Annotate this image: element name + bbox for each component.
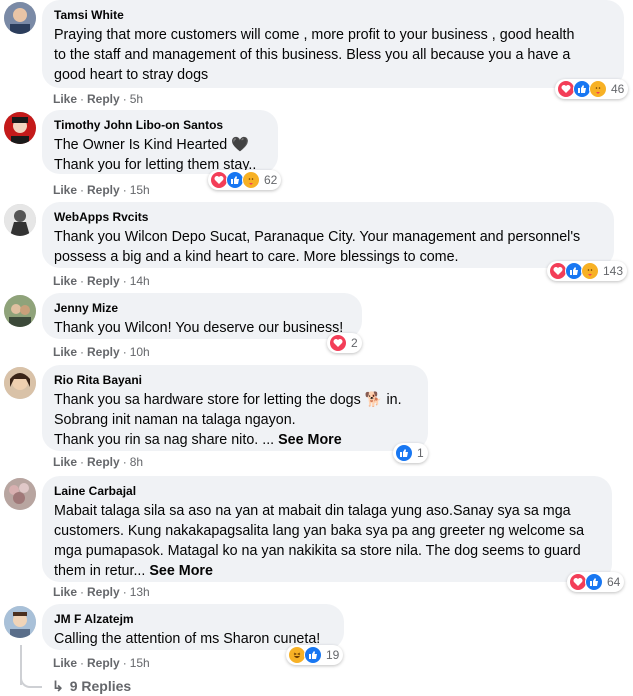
- avatar[interactable]: [4, 478, 36, 510]
- comment-actions: Like · Reply · 15h: [53, 183, 150, 197]
- reactions[interactable]: 2: [327, 333, 362, 353]
- comment-author[interactable]: Rio Rita Bayani: [54, 372, 416, 388]
- reply-link[interactable]: Reply: [87, 656, 120, 670]
- timestamp[interactable]: 14h: [130, 274, 150, 288]
- comment-author[interactable]: Timothy John Libo-on Santos: [54, 117, 266, 133]
- avatar[interactable]: [4, 112, 36, 144]
- comment-actions: Like · Reply · 15h: [53, 656, 150, 670]
- comment-text-body: Mabait talaga sila sa aso na yan at maba…: [54, 503, 585, 579]
- thread-connector: [20, 672, 42, 688]
- comment-bubble: WebApps Rvcits Thank you Wilcon Depo Suc…: [42, 202, 614, 268]
- comment-author[interactable]: WebApps Rvcits: [54, 209, 602, 225]
- like-icon: [585, 573, 603, 591]
- reaction-count: 1: [417, 446, 424, 460]
- timestamp[interactable]: 15h: [130, 656, 150, 670]
- see-more-link[interactable]: See More: [149, 563, 213, 579]
- comment-text: The Owner Is Kind Hearted 🖤 Thank you fo…: [54, 137, 257, 173]
- like-link[interactable]: Like: [53, 274, 77, 288]
- comment-author[interactable]: Tamsi White: [54, 7, 612, 23]
- comment-bubble: Timothy John Libo-on Santos The Owner Is…: [42, 110, 278, 174]
- comment-text-body: Thank you sa hardware store for letting …: [54, 392, 402, 448]
- reaction-count: 143: [603, 264, 624, 278]
- like-icon: [395, 444, 413, 462]
- comment-actions: Like · Reply · 13h: [53, 585, 150, 599]
- reactions[interactable]: 143: [547, 261, 628, 281]
- reactions[interactable]: 46: [555, 79, 629, 99]
- avatar[interactable]: [4, 204, 36, 236]
- reaction-count: 62: [264, 173, 278, 187]
- comment-bubble: JM F Alzatejm Calling the attention of m…: [42, 604, 344, 650]
- comment-text: Praying that more customers will come , …: [54, 27, 575, 83]
- view-replies-button[interactable]: ↳ 9 Replies: [52, 678, 131, 695]
- avatar[interactable]: [4, 606, 36, 638]
- avatar[interactable]: [4, 295, 36, 327]
- reply-link[interactable]: Reply: [87, 585, 120, 599]
- comment-bubble: Jenny Mize Thank you Wilcon! You deserve…: [42, 293, 362, 339]
- reply-link[interactable]: Reply: [87, 183, 120, 197]
- comment-actions: Like · Reply · 5h: [53, 92, 144, 106]
- timestamp[interactable]: 5h: [130, 92, 143, 106]
- like-link[interactable]: Like: [53, 345, 77, 359]
- timestamp[interactable]: 15h: [130, 183, 150, 197]
- like-link[interactable]: Like: [53, 585, 77, 599]
- reaction-count: 19: [326, 648, 340, 662]
- comment-author[interactable]: Jenny Mize: [54, 300, 350, 316]
- reply-link[interactable]: Reply: [87, 92, 120, 106]
- reactions[interactable]: 19: [286, 645, 344, 665]
- reaction-count: 46: [611, 82, 625, 96]
- avatar[interactable]: [4, 367, 36, 399]
- reply-link[interactable]: Reply: [87, 274, 120, 288]
- timestamp[interactable]: 13h: [130, 585, 150, 599]
- care-icon: [242, 171, 260, 189]
- reply-link[interactable]: Reply: [87, 455, 120, 469]
- reactions[interactable]: 1: [393, 443, 428, 463]
- comment-text: Thank you sa hardware store for letting …: [54, 390, 416, 450]
- timestamp[interactable]: 8h: [130, 455, 143, 469]
- replies-label: 9 Replies: [69, 678, 132, 694]
- love-icon: [329, 334, 347, 352]
- timestamp[interactable]: 10h: [130, 345, 150, 359]
- like-icon: [304, 646, 322, 664]
- like-link[interactable]: Like: [53, 656, 77, 670]
- comment-text: Thank you Wilcon Depo Sucat, Paranaque C…: [54, 229, 581, 265]
- reply-link[interactable]: Reply: [87, 345, 120, 359]
- like-link[interactable]: Like: [53, 183, 77, 197]
- care-icon: [581, 262, 599, 280]
- reactions[interactable]: 62: [208, 170, 282, 190]
- comment-actions: Like · Reply · 14h: [53, 274, 150, 288]
- reply-arrow-icon: ↳: [52, 678, 64, 694]
- comment-bubble: Laine Carbajal Mabait talaga sila sa aso…: [42, 476, 612, 582]
- comment-actions: Like · Reply · 8h: [53, 455, 144, 469]
- see-more-link[interactable]: See More: [278, 432, 342, 448]
- comment-bubble: Tamsi White Praying that more customers …: [42, 0, 624, 88]
- like-link[interactable]: Like: [53, 92, 77, 106]
- comment-actions: Like · Reply · 10h: [53, 345, 150, 359]
- avatar[interactable]: [4, 2, 36, 34]
- reaction-count: 2: [351, 336, 358, 350]
- comment-author[interactable]: JM F Alzatejm: [54, 611, 332, 627]
- like-link[interactable]: Like: [53, 455, 77, 469]
- comment-author[interactable]: Laine Carbajal: [54, 483, 600, 499]
- comment-text: Mabait talaga sila sa aso na yan at maba…: [54, 501, 600, 581]
- reactions[interactable]: 64: [567, 572, 625, 592]
- comment-text: Thank you Wilcon! You deserve our busine…: [54, 320, 344, 336]
- comment-bubble: Rio Rita Bayani Thank you sa hardware st…: [42, 365, 428, 451]
- reaction-count: 64: [607, 575, 621, 589]
- care-icon: [589, 80, 607, 98]
